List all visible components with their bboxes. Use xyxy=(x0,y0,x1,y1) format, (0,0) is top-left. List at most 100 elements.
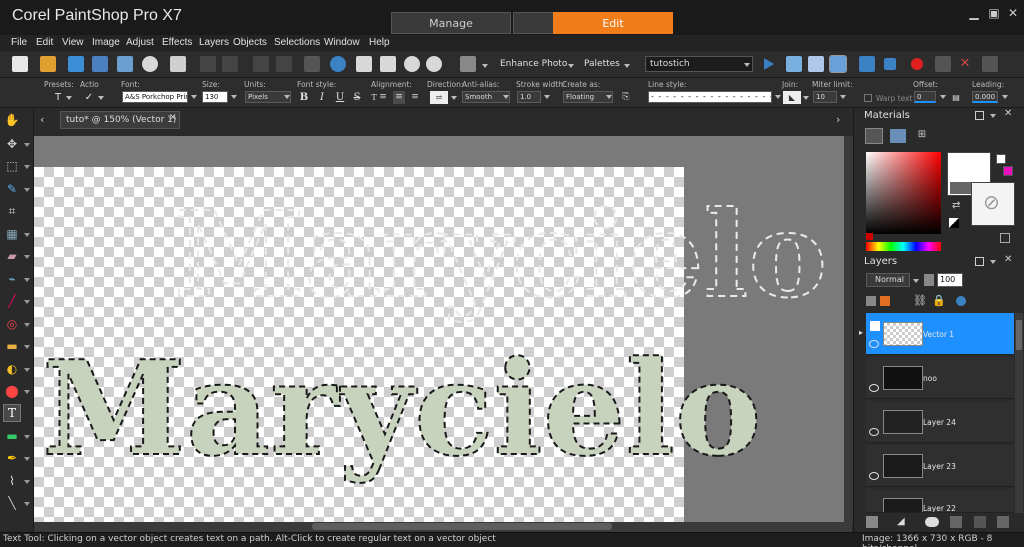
menu-image[interactable]: Image xyxy=(92,37,120,48)
offset-dropdown-icon[interactable] xyxy=(940,95,946,99)
layers-close-icon[interactable]: ✕ xyxy=(1004,254,1012,265)
font-select[interactable]: A&S Porkchop Prin xyxy=(122,91,188,103)
maximize-icon[interactable]: ▣ xyxy=(986,6,1002,20)
line-style-select[interactable]: - - - - - - - - - - - - - - - - - - xyxy=(648,91,772,103)
layer-row-layer-24[interactable]: Layer 24 xyxy=(866,401,1014,443)
opacity-slider-icon[interactable] xyxy=(924,274,934,286)
warp-text-checkbox[interactable] xyxy=(864,94,872,102)
workspace-select[interactable]: tutostich xyxy=(645,56,753,72)
full-screen-icon[interactable] xyxy=(356,56,372,72)
materials-close-icon[interactable]: ✕ xyxy=(1004,108,1012,119)
reset-colors-icon[interactable] xyxy=(949,218,959,228)
leading-input[interactable]: 0.000 xyxy=(972,91,998,103)
warp-brush-tool-arrow-icon[interactable] xyxy=(24,480,30,484)
visibility-eye-icon[interactable] xyxy=(869,340,879,348)
fit-window-icon[interactable] xyxy=(380,56,396,72)
layer-lock-transparency-icon[interactable] xyxy=(880,296,890,306)
tab-scroll-left-icon[interactable]: ‹ xyxy=(40,113,44,126)
enhance-dropdown-icon[interactable] xyxy=(568,64,574,68)
rainbow-tab-icon[interactable] xyxy=(890,129,906,143)
record-icon[interactable] xyxy=(911,58,923,70)
background-mini-swatch[interactable] xyxy=(1003,166,1013,176)
flood-fill-tool-arrow-icon[interactable] xyxy=(24,390,30,394)
leading-dropdown-icon[interactable] xyxy=(1002,95,1008,99)
palettes-menu[interactable]: Palettes xyxy=(584,59,620,69)
move-tool-arrow-icon[interactable] xyxy=(24,143,30,147)
line-style-dropdown-icon[interactable] xyxy=(775,95,781,99)
save-as-icon[interactable] xyxy=(117,56,133,72)
zoom-out-icon[interactable] xyxy=(404,56,420,72)
align-left-icon[interactable]: ≡ xyxy=(377,91,389,104)
bold-button[interactable]: B xyxy=(298,91,310,104)
move-tool-icon[interactable]: ✥ xyxy=(4,136,20,152)
menu-layers[interactable]: Layers xyxy=(199,37,229,48)
blend-mode-dropdown-icon[interactable] xyxy=(913,279,919,283)
arrange-icon[interactable] xyxy=(460,56,476,72)
new-file-icon[interactable] xyxy=(12,56,28,72)
lock-icon[interactable]: 🔒 xyxy=(932,294,946,307)
crop-tool-icon[interactable]: ⌗ xyxy=(4,203,20,219)
stop-icon[interactable] xyxy=(884,58,896,70)
redo-icon[interactable] xyxy=(222,56,238,72)
paint-brush-tool-icon[interactable]: ╱ xyxy=(4,293,20,309)
open-icon[interactable] xyxy=(40,56,56,72)
eraser-tool-icon[interactable]: ◐ xyxy=(4,361,20,377)
command-history-icon[interactable] xyxy=(276,56,292,72)
new-raster-layer-icon[interactable] xyxy=(866,516,878,528)
miter-limit-input[interactable]: 10 xyxy=(813,91,837,103)
dodge-tool-icon[interactable]: ◎ xyxy=(4,316,20,332)
canvas-text-layer[interactable]: Marycielo Marycielo xyxy=(34,136,844,522)
vertical-scrollbar[interactable] xyxy=(844,136,853,522)
zoom-in-icon[interactable] xyxy=(426,56,442,72)
clone-tool-arrow-icon[interactable] xyxy=(24,278,30,282)
arrange-dropdown-icon[interactable] xyxy=(482,64,488,68)
italic-button[interactable]: I xyxy=(316,91,328,104)
foreground-mini-swatch[interactable] xyxy=(996,154,1006,164)
menu-view[interactable]: View xyxy=(62,37,84,48)
save-script-icon[interactable] xyxy=(982,56,998,72)
selection-tool-icon[interactable]: ⬚ xyxy=(4,158,20,174)
apply-check-icon[interactable]: ✓ xyxy=(82,91,96,104)
menu-window[interactable]: Window xyxy=(324,37,360,48)
close-document-icon[interactable]: ✕ xyxy=(169,113,177,123)
ghost-text-path[interactable]: Marycielo xyxy=(173,184,828,325)
layer-row-noo[interactable]: noo xyxy=(866,357,1014,399)
picture-tube-tool-arrow-icon[interactable] xyxy=(24,502,30,506)
enhance-photo-menu[interactable]: Enhance Photo xyxy=(500,59,567,69)
convert-text-icon[interactable]: ⎘ xyxy=(620,91,632,104)
cancel-record-icon[interactable]: ✕ xyxy=(957,56,973,72)
pan-tool-icon[interactable]: ✋ xyxy=(4,112,20,128)
browse-icon[interactable] xyxy=(68,56,84,72)
run-script-icon[interactable] xyxy=(786,56,802,72)
history-icon[interactable] xyxy=(253,56,269,72)
action-dropdown-icon[interactable] xyxy=(98,96,104,100)
picture-tube-tool-icon[interactable]: ╲ xyxy=(4,495,20,511)
smudge-tool-icon[interactable]: ▬ xyxy=(4,338,20,354)
share-icon[interactable] xyxy=(142,56,158,72)
layer-effects-icon[interactable] xyxy=(956,296,966,306)
menu-objects[interactable]: Objects xyxy=(233,37,267,48)
straighten-tool-icon[interactable]: ▦ xyxy=(4,226,20,242)
undo-icon[interactable] xyxy=(200,56,216,72)
dodge-tool-arrow-icon[interactable] xyxy=(24,323,30,327)
rectangle-tool-arrow-icon[interactable] xyxy=(24,435,30,439)
tab-scroll-right-icon[interactable]: › xyxy=(836,113,840,126)
link-icon[interactable]: ⛓ xyxy=(913,294,927,307)
pen-tool-icon[interactable]: ✒ xyxy=(4,450,20,466)
selection-tool-arrow-icon[interactable] xyxy=(24,165,30,169)
swatches-tab-icon[interactable]: ⊞ xyxy=(914,129,930,143)
menu-help[interactable]: Help xyxy=(369,37,390,48)
opacity-input[interactable]: 100 xyxy=(937,273,963,287)
horizontal-scroll-thumb[interactable] xyxy=(312,523,612,530)
size-dropdown-icon[interactable] xyxy=(231,95,237,99)
red-eye-tool-arrow-icon[interactable] xyxy=(24,255,30,259)
join-icon[interactable]: ◣ xyxy=(783,91,801,104)
document-tab[interactable]: tuto* @ 150% (Vector 1) xyxy=(60,111,180,129)
dropper-tool-icon[interactable]: ✎ xyxy=(4,181,20,197)
direction-dropdown-icon[interactable] xyxy=(451,96,457,100)
menu-file[interactable]: File xyxy=(11,37,27,48)
kerning-icon[interactable]: ▤ xyxy=(950,91,962,104)
palettes-dropdown-icon[interactable] xyxy=(624,64,630,68)
straighten-tool-arrow-icon[interactable] xyxy=(24,233,30,237)
all-tools-checkbox[interactable] xyxy=(1000,233,1010,243)
